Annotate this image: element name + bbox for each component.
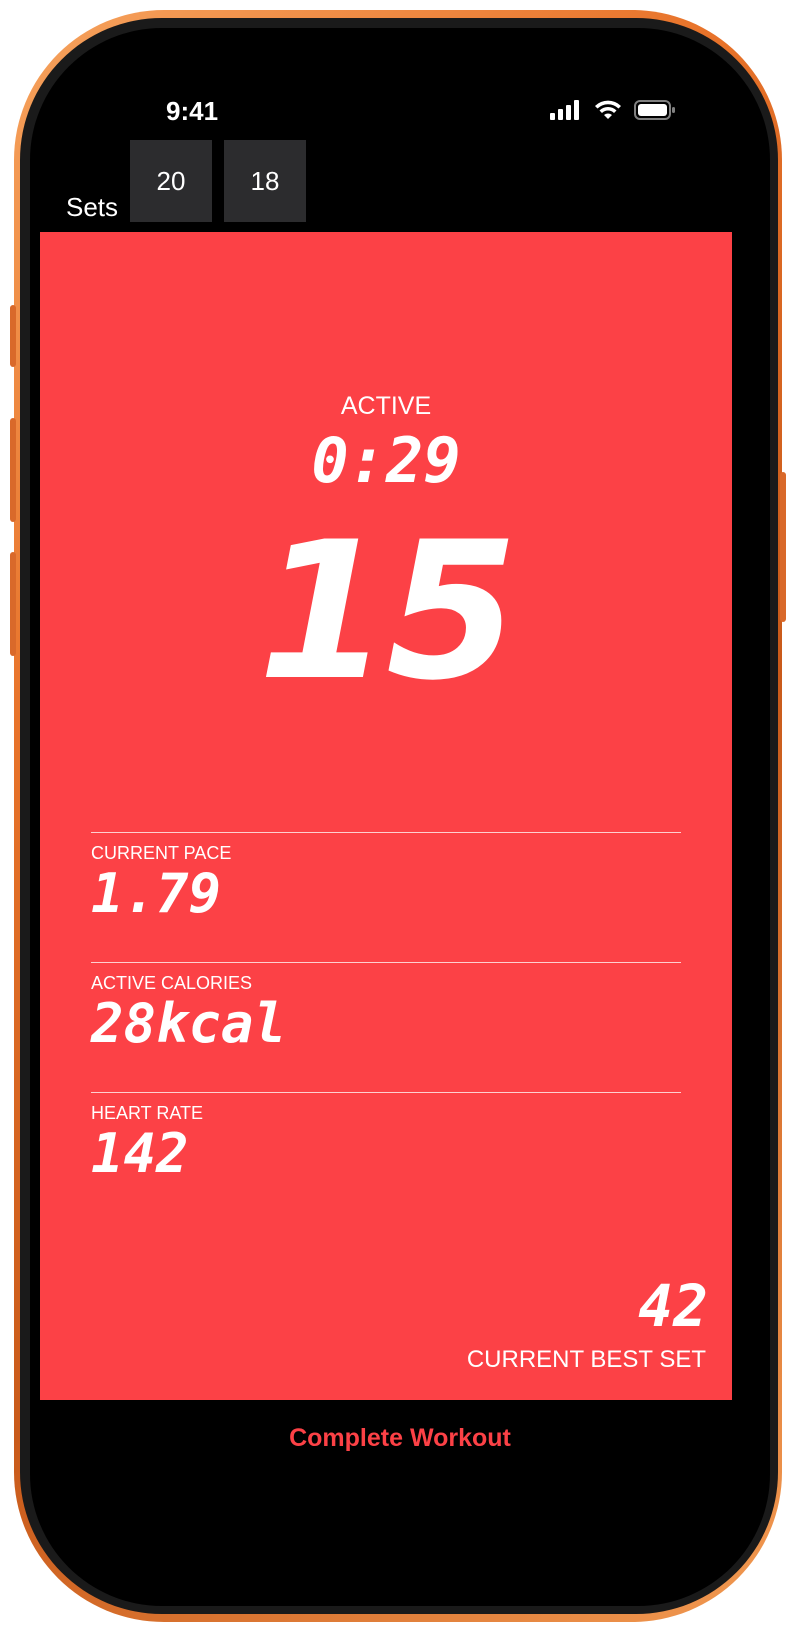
rep-count: 15 — [257, 501, 518, 722]
metric-label: HEART RATE — [91, 1103, 204, 1123]
metric-value: 28kcal — [91, 992, 287, 1055]
metric-current-pace: CURRENT PACE 1.79 — [91, 832, 681, 923]
status-time: 9:41 — [166, 96, 219, 126]
metric-active-calories: ACTIVE CALORIES 28kcal — [91, 962, 681, 1053]
screen: 9:41 Sets 20 18 ACTIVE 0:29 15 CURRENT P… — [30, 28, 770, 1606]
cellular-signal-icon — [550, 100, 579, 120]
metric-value: 142 — [91, 1122, 189, 1185]
status-icons — [550, 100, 676, 120]
workout-state-label: ACTIVE — [340, 392, 432, 420]
set-chip[interactable]: 20 — [130, 140, 212, 222]
sets-label: Sets — [66, 192, 119, 222]
metric-value: 1.79 — [91, 862, 222, 925]
metric-label: CURRENT PACE — [91, 843, 232, 863]
complete-workout-button[interactable]: Complete Workout — [30, 1424, 770, 1453]
best-set-label: CURRENT BEST SET — [466, 1346, 706, 1373]
set-chip[interactable]: 18 — [224, 140, 306, 222]
battery-icon — [634, 100, 675, 120]
workout-panel: ACTIVE 0:29 15 CURRENT PACE 1.79 ACTIVE … — [40, 232, 732, 1400]
best-set-value: 42 — [638, 1272, 708, 1340]
wifi-icon — [595, 100, 621, 119]
mute-switch — [10, 305, 16, 367]
metric-heart-rate: HEART RATE 142 — [91, 1092, 681, 1183]
power-button — [780, 472, 786, 622]
volume-down-button — [10, 552, 16, 656]
elapsed-timer: 0:29 — [311, 424, 461, 497]
volume-up-button — [10, 418, 16, 522]
metric-label: ACTIVE CALORIES — [91, 973, 253, 993]
